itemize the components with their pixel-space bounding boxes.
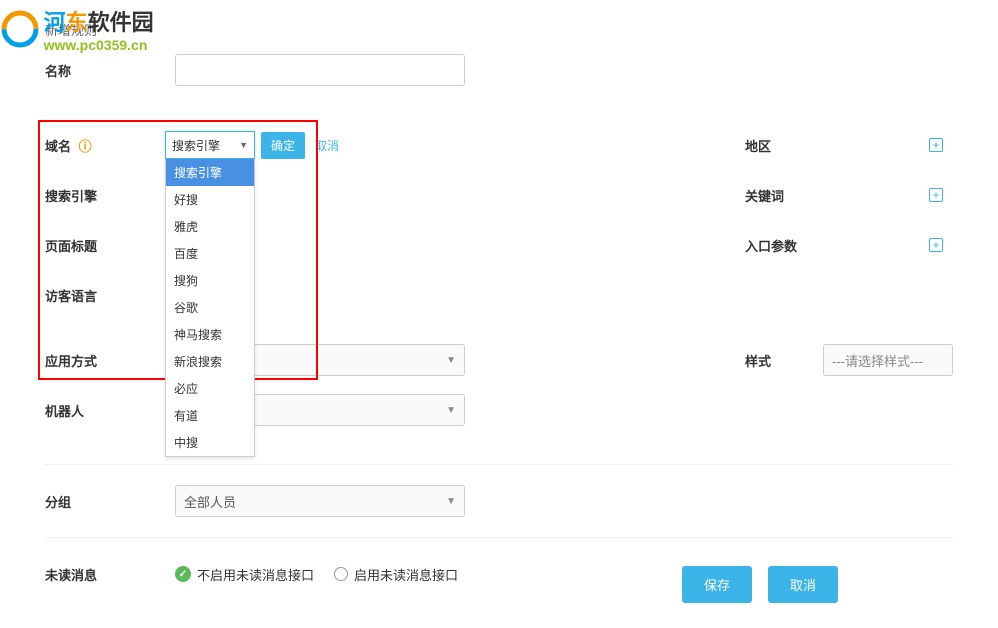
dropdown-option[interactable]: 谷歌 xyxy=(166,294,254,321)
chevron-down-icon: ▼ xyxy=(446,496,456,507)
plus-icon[interactable]: + xyxy=(929,188,943,202)
radio-disable-unread[interactable]: 不启用未读消息接口 xyxy=(175,565,314,584)
dropdown-option[interactable]: 神马搜索 xyxy=(166,321,254,348)
dropdown-option[interactable]: 有道 xyxy=(166,402,254,429)
confirm-button[interactable]: 确定 xyxy=(261,132,305,159)
group-label: 分组 xyxy=(45,492,175,511)
visitor-language-label: 访客语言 xyxy=(45,286,175,305)
style-select[interactable]: ---请选择样式--- xyxy=(823,344,953,376)
site-logo-icon xyxy=(0,9,40,49)
dropdown-option[interactable]: 中搜 xyxy=(166,429,254,456)
chevron-down-icon: ▼ xyxy=(239,140,248,150)
application-mode-label: 应用方式 xyxy=(45,351,175,370)
radio-enable-unread[interactable]: 启用未读消息接口 xyxy=(334,565,458,584)
region-label: 地区 xyxy=(745,136,929,155)
chevron-down-icon: ▼ xyxy=(446,355,456,366)
watermark-logo-container: 河东软件园 www.pc0359.cn xyxy=(0,5,154,53)
dropdown-option[interactable]: 雅虎 xyxy=(166,213,254,240)
plus-icon[interactable]: + xyxy=(929,238,943,252)
divider xyxy=(45,537,953,538)
style-label: 样式 xyxy=(745,351,813,370)
cancel-inline-button[interactable]: 取消 xyxy=(315,137,339,154)
chevron-down-icon: ▼ xyxy=(446,405,456,416)
entry-param-label: 入口参数 xyxy=(745,236,929,255)
dropdown-option[interactable]: 搜狗 xyxy=(166,267,254,294)
page-title-label: 页面标题 xyxy=(45,236,175,255)
help-icon[interactable]: ⓘ xyxy=(79,139,92,154)
page-header: 新增规则 xyxy=(45,20,953,39)
plus-icon[interactable]: + xyxy=(929,138,943,152)
radio-empty-icon xyxy=(334,567,348,581)
unread-message-label: 未读消息 xyxy=(45,565,175,584)
search-engine-label: 搜索引擎 xyxy=(45,186,175,205)
dropdown-menu: 搜索引擎 好搜 雅虎 百度 搜狗 谷歌 神马搜索 新浪搜索 必应 有道 中搜 xyxy=(165,159,255,457)
name-label: 名称 xyxy=(45,61,175,80)
cancel-button[interactable]: 取消 xyxy=(768,566,838,603)
robot-label: 机器人 xyxy=(45,401,175,420)
dropdown-option[interactable]: 百度 xyxy=(166,240,254,267)
dropdown-option[interactable]: 必应 xyxy=(166,375,254,402)
keyword-label: 关键词 xyxy=(745,186,929,205)
domain-label: 域名 ⓘ xyxy=(45,136,175,155)
watermark-url: www.pc0359.cn xyxy=(44,37,154,53)
dropdown-option[interactable]: 搜索引擎 xyxy=(166,159,254,186)
divider xyxy=(45,464,953,465)
save-button[interactable]: 保存 xyxy=(682,566,752,603)
search-engine-dropdown[interactable]: 搜索引擎 ▼ xyxy=(165,131,255,159)
dropdown-option[interactable]: 好搜 xyxy=(166,186,254,213)
dropdown-option[interactable]: 新浪搜索 xyxy=(166,348,254,375)
check-icon xyxy=(175,566,191,582)
watermark-title: 河东软件园 xyxy=(44,5,154,37)
group-select[interactable]: 全部人员 ▼ xyxy=(175,485,465,517)
name-input[interactable] xyxy=(175,54,465,86)
